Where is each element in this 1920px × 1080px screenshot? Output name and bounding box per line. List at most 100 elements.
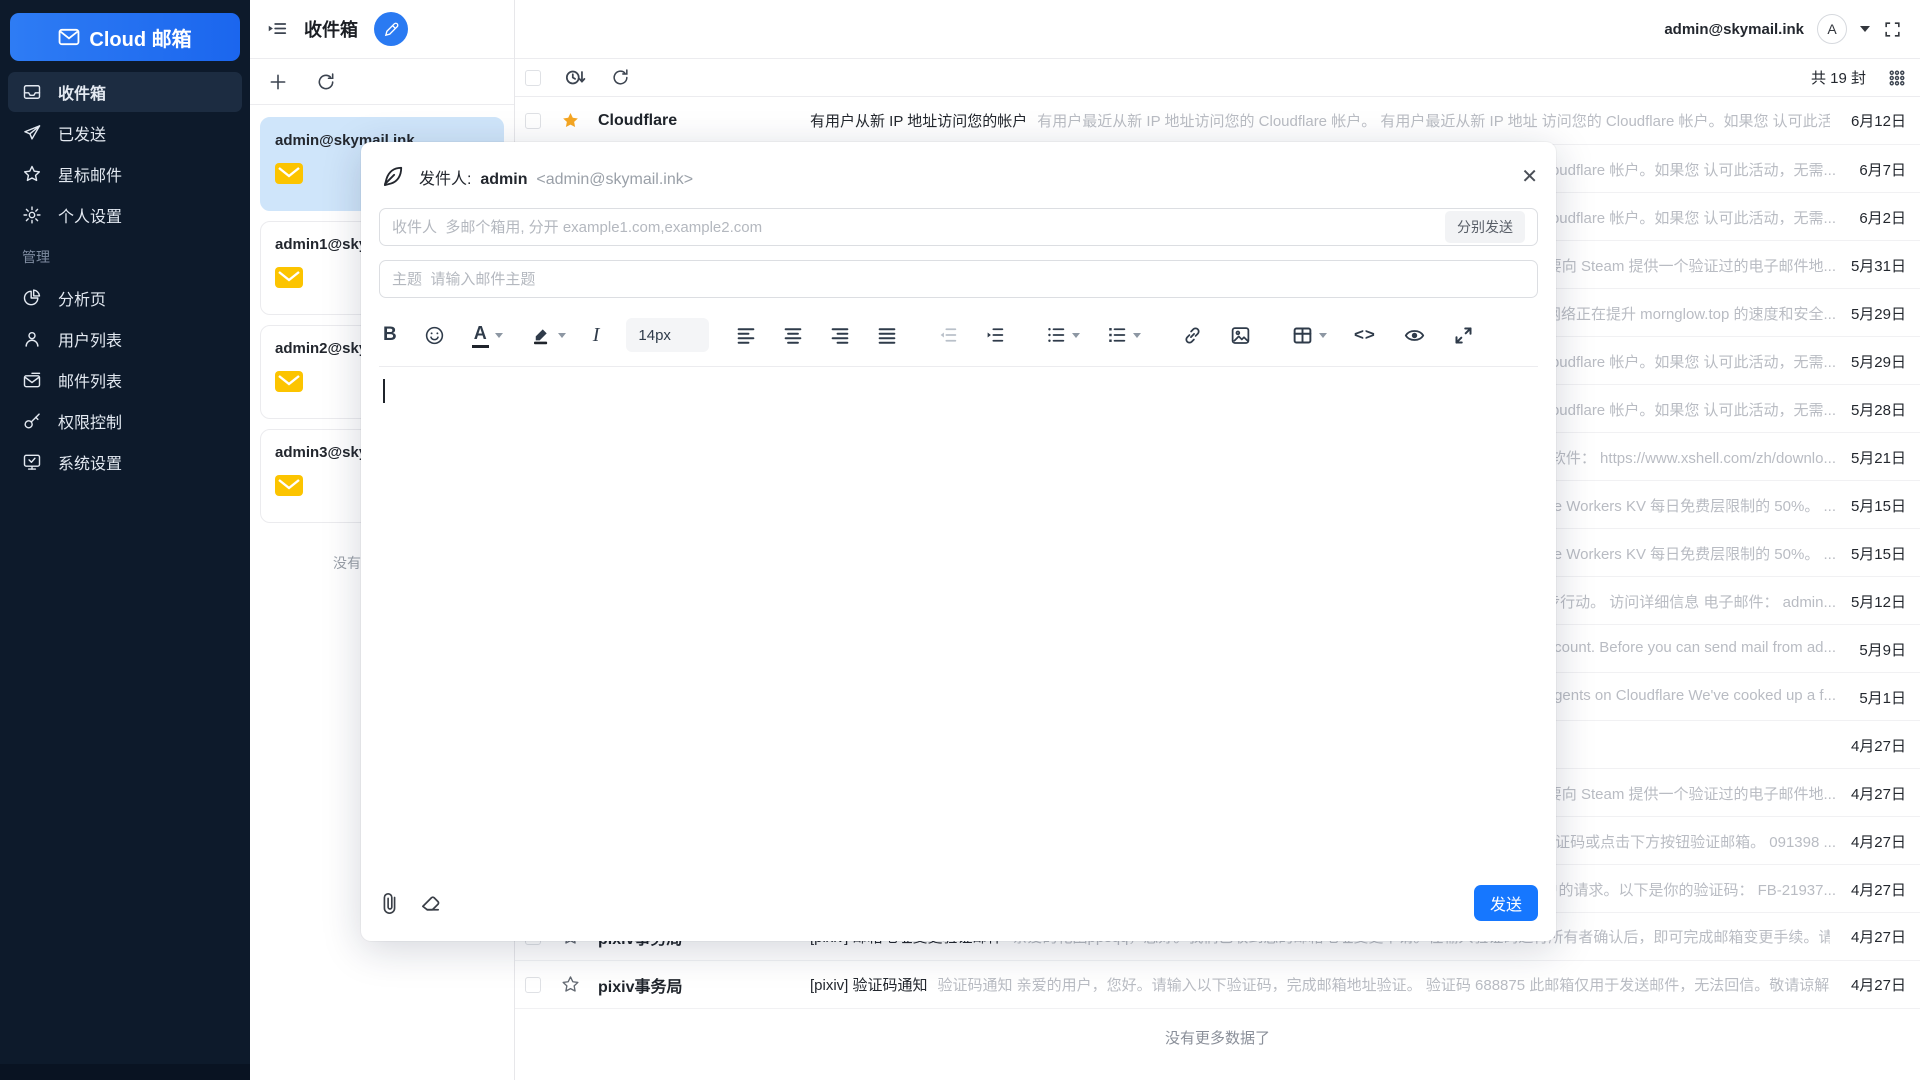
email-subject-preview: 有用户从新 IP 地址访问您的帐户有用户最近从新 IP 地址访问您的 Cloud… <box>810 110 1830 131</box>
email-date: 4月27日 <box>1851 783 1906 804</box>
compose-modal: 发件人: admin <admin@skymail.ink> ✕ 分别发送 B … <box>361 142 1556 941</box>
align-left-button[interactable] <box>736 326 756 344</box>
collapse-list-icon[interactable] <box>266 18 288 40</box>
chevron-down-icon <box>495 333 503 338</box>
recipient-input[interactable] <box>392 219 1445 236</box>
font-color-button[interactable]: A <box>472 323 503 348</box>
sidebar-item-label: 用户列表 <box>58 327 122 351</box>
send-separately-button[interactable]: 分别发送 <box>1445 211 1525 243</box>
sidebar-section-label: 管理 <box>8 236 242 278</box>
chevron-down-icon <box>1072 333 1080 338</box>
current-account-email: admin@skymail.ink <box>1664 21 1804 38</box>
sidebar-item-label: 收件箱 <box>58 80 106 104</box>
sidebar-item[interactable]: 用户列表 <box>8 319 242 359</box>
inbox-icon <box>22 82 42 102</box>
email-date: 5月12日 <box>1851 591 1906 612</box>
sidebar-item-label: 星标邮件 <box>58 162 122 186</box>
envelope-icon <box>275 163 303 184</box>
message-body-editor[interactable] <box>379 367 1538 875</box>
indent-button[interactable] <box>985 326 1005 344</box>
font-size-select[interactable]: 14px <box>626 318 709 352</box>
sidebar-bottom-strip <box>0 1064 250 1080</box>
sort-by-time-icon[interactable] <box>565 68 587 87</box>
email-row[interactable]: Cloudflare有用户从新 IP 地址访问您的帐户有用户最近从新 IP 地址… <box>515 97 1920 145</box>
sidebar-item[interactable]: 邮件列表 <box>8 360 242 400</box>
italic-button[interactable]: I <box>593 324 600 347</box>
star-icon[interactable] <box>561 111 580 130</box>
star-icon[interactable] <box>561 975 580 994</box>
from-name: admin <box>480 171 527 188</box>
send-button[interactable]: 发送 <box>1474 885 1538 921</box>
chevron-down-icon <box>1319 333 1327 338</box>
monitor-icon <box>22 452 42 472</box>
sidebar-item[interactable]: 分析页 <box>8 278 242 318</box>
table-button[interactable] <box>1292 325 1327 346</box>
envelope-icon <box>58 28 80 46</box>
add-account-icon[interactable] <box>268 72 288 92</box>
refresh-icon[interactable] <box>316 72 336 92</box>
sidebar-item[interactable]: 权限控制 <box>8 401 242 441</box>
avatar[interactable]: A <box>1817 14 1847 44</box>
bullet-list-button[interactable] <box>1046 326 1080 344</box>
app-logo-button[interactable]: Cloud 邮箱 <box>10 13 240 61</box>
code-button[interactable]: <> <box>1354 325 1376 345</box>
row-checkbox[interactable] <box>525 977 541 993</box>
quill-icon <box>379 164 405 190</box>
chevron-down-icon[interactable] <box>1860 26 1870 32</box>
preview-button[interactable] <box>1403 325 1426 346</box>
email-subject-preview: [pixiv] 验证码通知验证码通知 亲爱的用户，您好。请输入以下验证码，完成邮… <box>810 974 1830 995</box>
sidebar-item-label: 分析页 <box>58 286 106 310</box>
emoji-button[interactable] <box>424 325 445 346</box>
email-preview-tail: 的软件： https://www.xshell.com/zh/downlo... <box>1536 447 1836 468</box>
image-button[interactable] <box>1230 325 1251 346</box>
subject-input[interactable] <box>392 271 1525 288</box>
sidebar-item[interactable]: 收件箱 <box>8 72 242 112</box>
numbered-list-button[interactable] <box>1107 326 1141 344</box>
grid-view-icon[interactable] <box>1888 69 1906 87</box>
email-date: 5月1日 <box>1859 687 1906 708</box>
envelope-icon <box>275 475 303 496</box>
clear-format-icon[interactable] <box>418 892 443 915</box>
align-right-button[interactable] <box>830 326 850 344</box>
envelope-icon <box>275 267 303 288</box>
email-date: 5月9日 <box>1859 639 1906 660</box>
email-date: 5月15日 <box>1851 543 1906 564</box>
email-sender: Cloudflare <box>598 112 810 130</box>
row-checkbox[interactable] <box>525 113 541 129</box>
align-center-button[interactable] <box>783 326 803 344</box>
email-row[interactable]: pixiv事务局[pixiv] 验证码通知验证码通知 亲爱的用户，您好。请输入以… <box>515 961 1920 1009</box>
close-icon[interactable]: ✕ <box>1521 167 1538 187</box>
fullscreen-icon[interactable] <box>1883 20 1902 39</box>
chevron-down-icon <box>1133 333 1141 338</box>
bold-button[interactable]: B <box>383 324 397 346</box>
subject-field-wrap <box>379 260 1538 298</box>
outdent-button[interactable] <box>938 326 958 344</box>
sidebar-item[interactable]: 个人设置 <box>8 195 242 235</box>
gear-icon <box>22 205 42 225</box>
sidebar-item[interactable]: 系统设置 <box>8 442 242 482</box>
from-line: 发件人: admin <admin@skymail.ink> <box>419 165 693 189</box>
sent-icon <box>22 123 42 143</box>
sidebar-item[interactable]: 已发送 <box>8 113 242 153</box>
pie-icon <box>22 288 42 308</box>
user-icon <box>22 329 42 349</box>
align-justify-button[interactable] <box>877 326 897 344</box>
email-preview-tail: 需要向 Steam 提供一个验证过的电子邮件地... <box>1532 255 1836 276</box>
compose-button[interactable] <box>374 12 408 46</box>
link-button[interactable] <box>1182 325 1203 346</box>
email-preview-tail: g agents on Cloudflare We've cooked up a… <box>1533 687 1836 704</box>
fullscreen-editor-button[interactable] <box>1453 325 1474 346</box>
email-preview-tail: 验证码或点击下方按钮验证邮箱。 091398 ... <box>1540 831 1836 852</box>
sidebar-item[interactable]: 星标邮件 <box>8 154 242 194</box>
email-preview-tail: lare Workers KV 每日免费层限制的 50%。 ... <box>1537 543 1836 564</box>
email-preview-tail: 户的请求。以下是你的验证码： FB-21937... <box>1543 879 1836 900</box>
select-all-checkbox[interactable] <box>525 70 541 86</box>
email-date: 5月21日 <box>1851 447 1906 468</box>
highlight-button[interactable] <box>530 325 566 346</box>
total-count: 共 19 封 <box>1811 67 1866 88</box>
refresh-list-icon[interactable] <box>611 68 630 87</box>
recipient-field-wrap: 分别发送 <box>379 208 1538 246</box>
sidebar-menu: 收件箱已发送星标邮件个人设置管理分析页用户列表邮件列表权限控制系统设置 <box>8 72 242 483</box>
attachment-icon[interactable] <box>379 891 400 915</box>
email-date: 4月27日 <box>1844 926 1906 947</box>
